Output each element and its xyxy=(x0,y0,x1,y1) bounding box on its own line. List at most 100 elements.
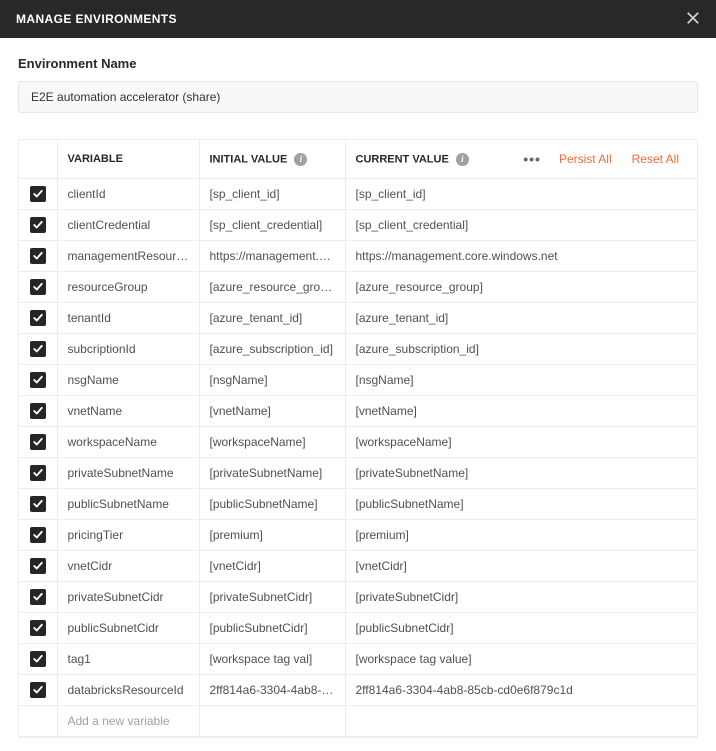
row-checkbox[interactable] xyxy=(30,589,46,605)
table-row: managementResourcehttps://management.cor… xyxy=(19,241,697,272)
current-value-cell[interactable]: https://management.core.windows.net xyxy=(345,241,697,272)
initial-value-cell[interactable]: [premium] xyxy=(199,520,345,551)
reset-all-button[interactable]: Reset All xyxy=(624,148,687,170)
current-value-cell[interactable]: [workspace tag value] xyxy=(345,644,697,675)
row-checkbox[interactable] xyxy=(30,372,46,388)
variable-cell[interactable]: nsgName xyxy=(57,365,199,396)
row-checkbox-cell xyxy=(19,582,57,613)
variable-cell[interactable]: vnetName xyxy=(57,396,199,427)
table-row: publicSubnetCidr[publicSubnetCidr][publi… xyxy=(19,613,697,644)
table-row: publicSubnetName[publicSubnetName][publi… xyxy=(19,489,697,520)
row-checkbox[interactable] xyxy=(30,341,46,357)
initial-value-cell[interactable]: [publicSubnetCidr] xyxy=(199,613,345,644)
current-value-cell[interactable]: [azure_subscription_id] xyxy=(345,334,697,365)
variable-cell[interactable]: vnetCidr xyxy=(57,551,199,582)
initial-value-cell[interactable]: [publicSubnetName] xyxy=(199,489,345,520)
row-checkbox[interactable] xyxy=(30,310,46,326)
row-checkbox-cell xyxy=(19,272,57,303)
variable-cell[interactable]: tag1 xyxy=(57,644,199,675)
table-row: tenantId[azure_tenant_id][azure_tenant_i… xyxy=(19,303,697,334)
current-value-cell[interactable]: [premium] xyxy=(345,520,697,551)
row-checkbox[interactable] xyxy=(30,682,46,698)
current-value-cell[interactable]: [publicSubnetName] xyxy=(345,489,697,520)
initial-value-cell[interactable]: [sp_client_id] xyxy=(199,179,345,210)
modal-body: Environment Name VARIABLE xyxy=(0,38,716,751)
table-row: clientCredential[sp_client_credential][s… xyxy=(19,210,697,241)
row-checkbox[interactable] xyxy=(30,248,46,264)
variables-table: VARIABLE INITIAL VALUE i CURRENT VALUE i xyxy=(19,140,697,737)
variable-cell[interactable]: clientCredential xyxy=(57,210,199,241)
row-checkbox[interactable] xyxy=(30,403,46,419)
initial-value-cell[interactable]: [workspace tag val] xyxy=(199,644,345,675)
current-value-cell[interactable]: [vnetCidr] xyxy=(345,551,697,582)
row-checkbox[interactable] xyxy=(30,527,46,543)
row-checkbox[interactable] xyxy=(30,217,46,233)
initial-value-cell[interactable]: [sp_client_credential] xyxy=(199,210,345,241)
current-value-cell[interactable] xyxy=(345,706,697,737)
persist-all-button[interactable]: Persist All xyxy=(551,148,620,170)
info-icon[interactable]: i xyxy=(294,153,307,166)
row-checkbox[interactable] xyxy=(30,186,46,202)
more-actions-icon[interactable]: ••• xyxy=(517,149,547,169)
variable-cell[interactable]: subcriptionId xyxy=(57,334,199,365)
variable-cell[interactable]: privateSubnetName xyxy=(57,458,199,489)
initial-value-cell[interactable]: [azure_subscription_id] xyxy=(199,334,345,365)
current-value-cell[interactable]: [publicSubnetCidr] xyxy=(345,613,697,644)
variable-cell[interactable]: tenantId xyxy=(57,303,199,334)
row-checkbox[interactable] xyxy=(30,279,46,295)
initial-value-cell[interactable]: [azure_resource_group] xyxy=(199,272,345,303)
row-checkbox-cell xyxy=(19,675,57,706)
current-value-cell[interactable]: [sp_client_credential] xyxy=(345,210,697,241)
initial-value-cell[interactable]: [vnetName] xyxy=(199,396,345,427)
initial-value-cell[interactable]: [workspaceName] xyxy=(199,427,345,458)
row-checkbox-cell xyxy=(19,210,57,241)
current-value-cell[interactable]: [sp_client_id] xyxy=(345,179,697,210)
table-row: subcriptionId[azure_subscription_id][azu… xyxy=(19,334,697,365)
variable-cell[interactable]: databricksResourceId xyxy=(57,675,199,706)
row-checkbox-cell xyxy=(19,396,57,427)
variable-cell[interactable]: managementResource xyxy=(57,241,199,272)
current-value-cell[interactable]: [privateSubnetCidr] xyxy=(345,582,697,613)
row-checkbox-cell xyxy=(19,365,57,396)
initial-value-cell[interactable]: [vnetCidr] xyxy=(199,551,345,582)
current-value-cell[interactable]: [workspaceName] xyxy=(345,427,697,458)
row-checkbox[interactable] xyxy=(30,620,46,636)
row-checkbox[interactable] xyxy=(30,434,46,450)
current-value-cell[interactable]: [privateSubnetName] xyxy=(345,458,697,489)
initial-value-cell[interactable]: [privateSubnetName] xyxy=(199,458,345,489)
variable-cell[interactable]: publicSubnetCidr xyxy=(57,613,199,644)
row-checkbox-cell xyxy=(19,241,57,272)
initial-value-cell[interactable]: [privateSubnetCidr] xyxy=(199,582,345,613)
initial-value-cell[interactable]: https://management.core.windows.net xyxy=(199,241,345,272)
variable-cell[interactable]: pricingTier xyxy=(57,520,199,551)
current-value-cell[interactable]: [azure_resource_group] xyxy=(345,272,697,303)
variable-cell[interactable]: publicSubnetName xyxy=(57,489,199,520)
current-value-cell[interactable]: [azure_tenant_id] xyxy=(345,303,697,334)
initial-value-cell[interactable]: [nsgName] xyxy=(199,365,345,396)
add-variable-row[interactable]: Add a new variable xyxy=(19,706,697,737)
variables-table-wrap: VARIABLE INITIAL VALUE i CURRENT VALUE i xyxy=(18,139,698,738)
environment-name-input[interactable] xyxy=(18,81,698,113)
row-checkbox-cell xyxy=(19,458,57,489)
initial-value-cell[interactable]: 2ff814a6-3304-4ab8-85cb-cd0e6f879c1d xyxy=(199,675,345,706)
current-value-cell[interactable]: 2ff814a6-3304-4ab8-85cb-cd0e6f879c1d xyxy=(345,675,697,706)
variable-cell[interactable]: workspaceName xyxy=(57,427,199,458)
variable-cell[interactable]: resourceGroup xyxy=(57,272,199,303)
row-checkbox[interactable] xyxy=(30,558,46,574)
table-row: databricksResourceId2ff814a6-3304-4ab8-8… xyxy=(19,675,697,706)
variable-cell[interactable]: privateSubnetCidr xyxy=(57,582,199,613)
row-checkbox-cell xyxy=(19,303,57,334)
close-icon[interactable] xyxy=(686,10,700,28)
variable-cell[interactable]: clientId xyxy=(57,179,199,210)
row-checkbox[interactable] xyxy=(30,651,46,667)
header-checkbox xyxy=(19,140,57,179)
current-value-cell[interactable]: [nsgName] xyxy=(345,365,697,396)
initial-value-cell[interactable]: [azure_tenant_id] xyxy=(199,303,345,334)
add-variable-placeholder[interactable]: Add a new variable xyxy=(57,706,199,737)
current-value-cell[interactable]: [vnetName] xyxy=(345,396,697,427)
info-icon[interactable]: i xyxy=(456,153,469,166)
row-checkbox[interactable] xyxy=(30,465,46,481)
initial-value-cell[interactable] xyxy=(199,706,345,737)
row-checkbox[interactable] xyxy=(30,496,46,512)
row-checkbox-cell xyxy=(19,613,57,644)
